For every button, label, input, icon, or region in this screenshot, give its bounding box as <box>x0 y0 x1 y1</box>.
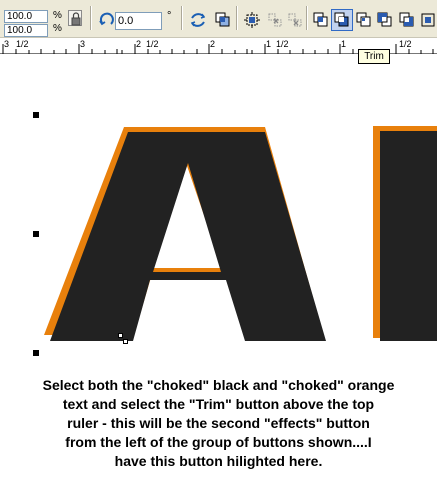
rotation-angle-input[interactable]: 0.0 <box>115 12 162 30</box>
back-minus-front-icon <box>399 12 414 27</box>
boundary-button[interactable] <box>418 9 437 31</box>
selection-node[interactable] <box>33 231 39 237</box>
percent-y-label: % <box>53 23 62 34</box>
combine-icon <box>313 12 328 27</box>
combine-button[interactable] <box>310 9 332 31</box>
toolbar-separator <box>90 6 92 30</box>
mirror-icon <box>190 13 206 27</box>
order-button[interactable] <box>212 9 234 31</box>
percent-x-label: % <box>53 10 62 21</box>
mirror-button[interactable] <box>187 9 209 31</box>
selection-node[interactable] <box>33 350 39 356</box>
simplify-icon <box>356 12 371 27</box>
weld-button[interactable] <box>264 9 286 31</box>
lock-ratio-icon <box>71 12 81 26</box>
align-icon <box>244 12 260 28</box>
caption-line: from the left of the group of buttons sh… <box>65 434 372 450</box>
align-button[interactable] <box>241 9 263 31</box>
ruler-label: 3 <box>4 39 10 49</box>
scale-y-input[interactable]: 100.0 <box>4 24 48 37</box>
scale-x-input[interactable]: 100.0 <box>4 10 48 23</box>
caption-line: ruler - this will be the second "effects… <box>67 415 370 431</box>
trim-button[interactable] <box>331 9 353 31</box>
front-minus-back-button[interactable] <box>374 9 396 31</box>
letter-i-black[interactable] <box>380 131 437 341</box>
simplify-button[interactable] <box>353 9 375 31</box>
instruction-caption: Select both the "choked" black and "chok… <box>0 376 437 471</box>
toolbar-separator <box>236 6 238 30</box>
front-minus-back-icon <box>377 12 392 27</box>
degree-label: ° <box>167 10 172 22</box>
property-bar: 100.0 100.0 % % 0.0 ° <box>0 0 437 38</box>
caption-line: Select both the "choked" black and "chok… <box>42 377 395 393</box>
back-minus-front-button[interactable] <box>396 9 418 31</box>
ruler-label: 1/2 <box>399 39 412 49</box>
ruler-label: 1 <box>266 39 272 49</box>
order-icon <box>215 12 230 27</box>
trim-tooltip: Trim <box>358 49 390 64</box>
toolbar-separator <box>181 6 183 30</box>
ruler-label: 1/2 <box>276 39 289 49</box>
intersect-icon <box>288 13 302 27</box>
trim-icon <box>334 12 349 27</box>
ruler-label: 1/2 <box>16 39 29 49</box>
ruler-label: 3 <box>80 39 86 49</box>
weld-icon <box>268 13 282 27</box>
ruler-label: 1 <box>341 39 347 49</box>
selection-node[interactable] <box>33 112 39 118</box>
lock-ratio-button[interactable] <box>68 10 82 26</box>
ruler-label: 2 <box>210 39 216 49</box>
ruler-label: 1/2 <box>146 39 159 49</box>
boundary-icon <box>421 13 434 27</box>
toolbar-separator <box>306 6 308 30</box>
caption-line: text and select the "Trim" button above … <box>62 396 375 412</box>
selection-handle[interactable] <box>123 339 128 344</box>
intersect-button[interactable] <box>284 9 306 31</box>
selection-handle[interactable] <box>118 333 123 338</box>
ruler-label: 2 <box>136 39 142 49</box>
rotation-icon <box>99 12 114 26</box>
caption-line: have this button hilighted here. <box>114 453 323 469</box>
